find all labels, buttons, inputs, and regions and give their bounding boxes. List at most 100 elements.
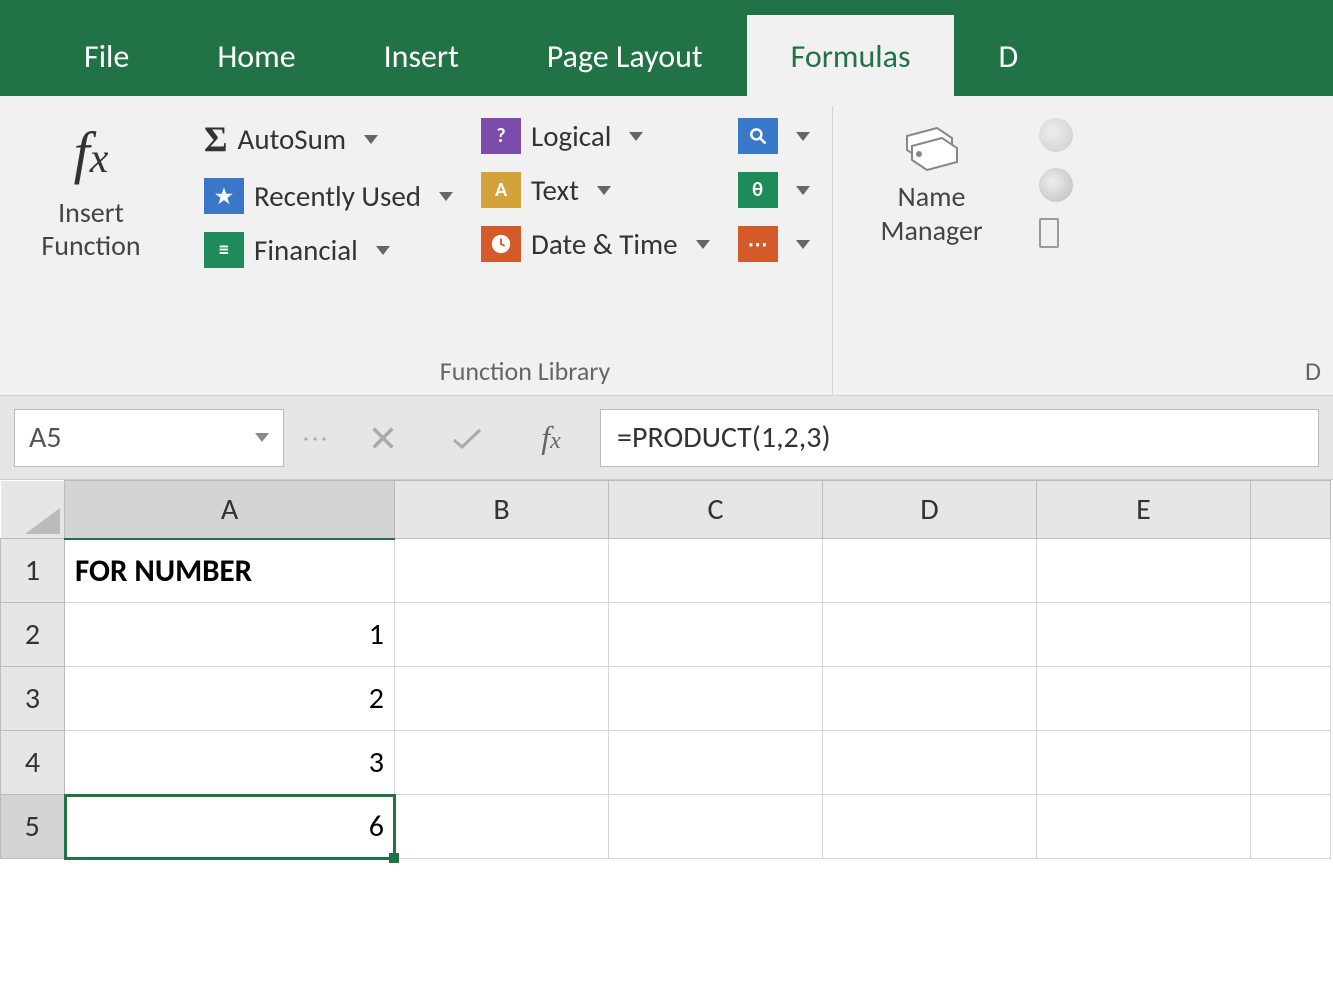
cell-F2-partial[interactable] — [1251, 603, 1331, 667]
text-button[interactable]: A Text — [481, 172, 710, 208]
cell-F5-partial[interactable] — [1251, 795, 1331, 859]
cell-F4-partial[interactable] — [1251, 731, 1331, 795]
theta-book-icon: θ — [738, 172, 778, 208]
cell-D1[interactable] — [823, 539, 1037, 603]
cancel-formula-button[interactable] — [348, 409, 418, 467]
cell-A1[interactable]: FOR NUMBER — [65, 539, 395, 603]
cell-D5[interactable] — [823, 795, 1037, 859]
financial-button[interactable]: ≡ Financial — [204, 232, 453, 268]
dropdown-caret-icon — [629, 132, 643, 141]
dropdown-caret-icon — [796, 132, 810, 141]
autosum-label: AutoSum — [238, 121, 346, 157]
cell-B3[interactable] — [395, 667, 609, 731]
cell-E1[interactable] — [1037, 539, 1251, 603]
tab-page-layout[interactable]: Page Layout — [503, 15, 747, 96]
defined-names-partial-label: D — [1305, 355, 1321, 387]
select-all-corner[interactable] — [1, 481, 65, 539]
x-icon — [369, 424, 397, 452]
cell-A2[interactable]: 1 — [65, 603, 395, 667]
sigma-icon: Σ — [204, 118, 228, 160]
name-box[interactable]: A5 — [14, 409, 284, 467]
formula-input[interactable]: =PRODUCT(1,2,3) — [600, 409, 1319, 467]
tab-insert[interactable]: Insert — [340, 15, 503, 96]
more-functions-button[interactable]: ⋯ — [738, 226, 810, 262]
logical-label: Logical — [531, 118, 611, 154]
clock-book-icon — [481, 226, 521, 262]
dropdown-caret-icon — [597, 186, 611, 195]
recently-used-button[interactable]: ★ Recently Used — [204, 178, 453, 214]
row-header-4[interactable]: 4 — [1, 731, 65, 795]
cell-C4[interactable] — [609, 731, 823, 795]
tab-formulas[interactable]: Formulas — [747, 15, 955, 96]
dropdown-caret-icon — [696, 240, 710, 249]
cell-C1[interactable] — [609, 539, 823, 603]
autosum-button[interactable]: Σ AutoSum — [204, 118, 453, 160]
logical-button[interactable]: ? Logical — [481, 118, 710, 154]
name-manager-label-1: Name — [898, 180, 966, 214]
formula-bar-options-icon[interactable]: ⋮ — [300, 420, 332, 456]
namebox-dropdown-icon[interactable] — [255, 433, 269, 442]
check-icon — [450, 424, 484, 452]
recently-used-label: Recently Used — [254, 178, 421, 214]
insert-function-button[interactable]: fx Insert Function — [6, 118, 176, 263]
financial-book-icon: ≡ — [204, 232, 244, 268]
column-header-A[interactable]: A — [65, 481, 395, 539]
cell-E5[interactable] — [1037, 795, 1251, 859]
column-header-C[interactable]: C — [609, 481, 823, 539]
financial-label: Financial — [254, 232, 358, 268]
cell-D3[interactable] — [823, 667, 1037, 731]
tab-file[interactable]: File — [40, 15, 173, 96]
cell-B5[interactable] — [395, 795, 609, 859]
cell-A4[interactable]: 3 — [65, 731, 395, 795]
logical-book-icon: ? — [481, 118, 521, 154]
formula-bar: A5 ⋮ fx =PRODUCT(1,2,3) — [0, 396, 1333, 480]
math-trig-button[interactable]: θ — [738, 172, 810, 208]
text-book-icon: A — [481, 172, 521, 208]
column-header-D[interactable]: D — [823, 481, 1037, 539]
tab-home[interactable]: Home — [173, 15, 339, 96]
name-manager-button[interactable]: Name Manager — [847, 118, 1017, 247]
more-book-icon: ⋯ — [738, 226, 778, 262]
tab-data-partial[interactable]: D — [954, 15, 1062, 96]
row-header-5[interactable]: 5 — [1, 795, 65, 859]
cell-D4[interactable] — [823, 731, 1037, 795]
dropdown-caret-icon — [364, 135, 378, 144]
cell-B2[interactable] — [395, 603, 609, 667]
enter-formula-button[interactable] — [432, 409, 502, 467]
dropdown-caret-icon — [796, 240, 810, 249]
cell-C5[interactable] — [609, 795, 823, 859]
cell-E3[interactable] — [1037, 667, 1251, 731]
row-header-1[interactable]: 1 — [1, 539, 65, 603]
cell-C3[interactable] — [609, 667, 823, 731]
spreadsheet-grid[interactable]: A B C D E 1 FOR NUMBER 2 1 3 2 — [0, 480, 1333, 859]
lookup-book-icon — [738, 118, 778, 154]
column-header-partial[interactable] — [1251, 481, 1331, 539]
column-header-E[interactable]: E — [1037, 481, 1251, 539]
dropdown-caret-icon — [796, 186, 810, 195]
star-book-icon: ★ — [204, 178, 244, 214]
insert-function-label-2: Function — [41, 229, 140, 263]
cell-B1[interactable] — [395, 539, 609, 603]
cell-F1-partial[interactable] — [1251, 539, 1331, 603]
define-name-icon[interactable] — [1039, 118, 1073, 152]
date-time-label: Date & Time — [531, 226, 678, 262]
cell-A3[interactable]: 2 — [65, 667, 395, 731]
cell-A5[interactable]: 6 — [65, 795, 395, 859]
cell-F3-partial[interactable] — [1251, 667, 1331, 731]
insert-function-inline-button[interactable]: fx — [516, 409, 586, 467]
row-header-2[interactable]: 2 — [1, 603, 65, 667]
name-manager-icon — [897, 118, 967, 174]
name-box-value: A5 — [29, 419, 62, 456]
use-in-formula-icon[interactable] — [1039, 168, 1073, 202]
cell-E2[interactable] — [1037, 603, 1251, 667]
cell-D2[interactable] — [823, 603, 1037, 667]
cell-B4[interactable] — [395, 731, 609, 795]
row-header-3[interactable]: 3 — [1, 667, 65, 731]
column-header-B[interactable]: B — [395, 481, 609, 539]
cell-E4[interactable] — [1037, 731, 1251, 795]
lookup-button[interactable] — [738, 118, 810, 154]
create-from-selection-icon[interactable] — [1039, 218, 1059, 248]
fx-icon: fx — [74, 118, 109, 188]
datetime-button[interactable]: Date & Time — [481, 226, 710, 262]
cell-C2[interactable] — [609, 603, 823, 667]
